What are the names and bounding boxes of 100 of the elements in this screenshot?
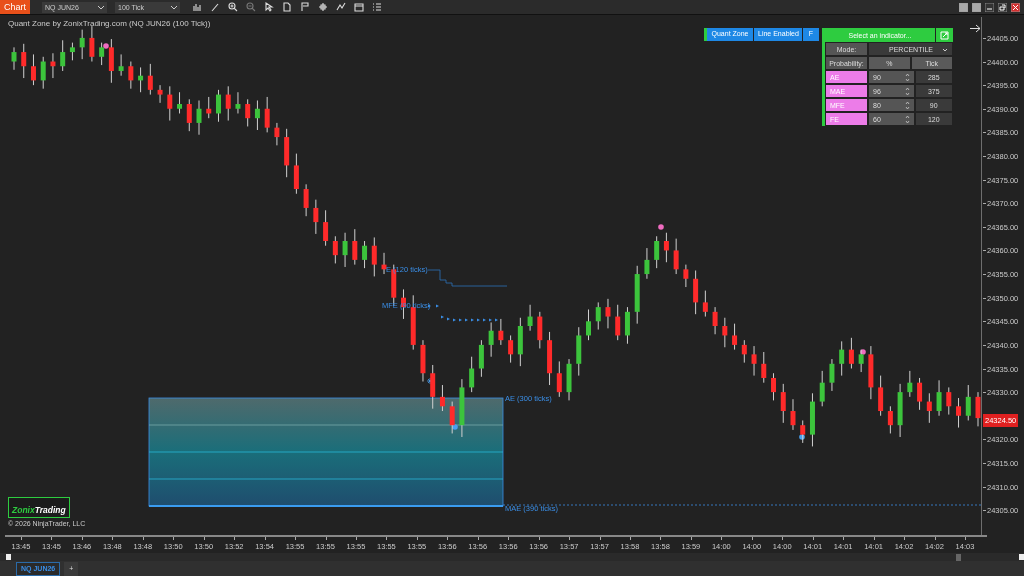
candle bbox=[430, 364, 436, 410]
tile-icon[interactable] bbox=[959, 2, 968, 12]
candle bbox=[566, 358, 572, 401]
candle bbox=[887, 405, 893, 434]
candle bbox=[907, 370, 913, 398]
pencil-icon[interactable] bbox=[210, 2, 220, 12]
scroll-thumb[interactable] bbox=[956, 553, 961, 561]
candle bbox=[186, 98, 192, 132]
candle bbox=[936, 379, 942, 417]
candle bbox=[196, 100, 202, 136]
candle bbox=[323, 209, 329, 247]
candle bbox=[654, 235, 660, 269]
line-icon[interactable] bbox=[336, 2, 346, 12]
candle bbox=[362, 240, 368, 269]
flag-icon[interactable] bbox=[300, 2, 310, 12]
restore-icon[interactable] bbox=[998, 2, 1007, 12]
candle bbox=[99, 42, 105, 66]
candle bbox=[829, 358, 835, 392]
signal-dot bbox=[103, 43, 109, 49]
spinner-arrows-icon bbox=[904, 101, 910, 110]
candle bbox=[644, 247, 650, 280]
candle bbox=[712, 306, 718, 335]
list-icon[interactable] bbox=[372, 2, 382, 12]
candle bbox=[761, 351, 767, 384]
arrow-right-icon[interactable] bbox=[970, 24, 981, 33]
document-icon[interactable] bbox=[282, 2, 292, 12]
candle bbox=[60, 39, 66, 72]
candle bbox=[352, 228, 358, 266]
candle bbox=[371, 236, 377, 277]
zoom-in-icon[interactable] bbox=[228, 2, 238, 12]
candle bbox=[245, 98, 251, 127]
candle bbox=[69, 42, 75, 61]
candle bbox=[293, 153, 299, 195]
candle bbox=[956, 397, 962, 429]
candle bbox=[108, 38, 114, 84]
zoom-out-icon[interactable] bbox=[246, 2, 256, 12]
candle bbox=[508, 334, 514, 364]
candle bbox=[21, 43, 27, 79]
candle bbox=[634, 265, 640, 325]
candle bbox=[284, 128, 290, 178]
candle bbox=[624, 306, 630, 345]
candle bbox=[547, 331, 553, 386]
candle bbox=[780, 383, 786, 424]
external-link-icon bbox=[940, 30, 949, 40]
close-icon[interactable] bbox=[1011, 2, 1020, 12]
candle bbox=[303, 183, 309, 217]
candle bbox=[342, 232, 348, 268]
signal-dot bbox=[658, 224, 664, 230]
chart-title: Quant Zone by ZonixTrading.com (NQ JUN26 (100 Tick)) bbox=[8, 18, 211, 30]
calendar-icon[interactable] bbox=[354, 2, 364, 12]
candle bbox=[741, 339, 747, 364]
chart-button[interactable]: Chart bbox=[0, 0, 30, 14]
candle bbox=[206, 96, 212, 119]
spinner-arrows-icon bbox=[904, 115, 910, 124]
candle bbox=[50, 52, 56, 79]
candle bbox=[975, 391, 981, 427]
candle bbox=[118, 53, 124, 77]
candle bbox=[878, 375, 884, 417]
cursor-icon[interactable] bbox=[264, 2, 274, 12]
candle bbox=[615, 304, 621, 341]
candle bbox=[868, 345, 874, 400]
caret-icon bbox=[170, 4, 178, 11]
candle bbox=[819, 370, 825, 407]
candle bbox=[663, 232, 669, 263]
candle bbox=[673, 238, 679, 275]
candle bbox=[11, 46, 17, 71]
candle bbox=[30, 53, 36, 86]
candle bbox=[216, 89, 221, 123]
candle bbox=[381, 252, 387, 275]
candle bbox=[264, 96, 270, 133]
tile-icon[interactable] bbox=[972, 2, 981, 12]
candle bbox=[848, 337, 854, 369]
candle bbox=[897, 383, 903, 438]
candle bbox=[147, 63, 153, 96]
candle bbox=[157, 84, 163, 104]
candle bbox=[449, 401, 455, 434]
candle bbox=[40, 56, 46, 90]
candle bbox=[917, 377, 923, 411]
signal-dot bbox=[860, 349, 866, 355]
mfe-arrow-markers bbox=[428, 304, 498, 322]
candle bbox=[274, 122, 280, 146]
candle bbox=[498, 318, 504, 346]
candle bbox=[459, 378, 465, 438]
candle bbox=[839, 340, 845, 377]
minimize-icon[interactable] bbox=[985, 2, 994, 12]
candle bbox=[790, 398, 796, 431]
candle bbox=[556, 360, 562, 398]
candle bbox=[800, 419, 806, 444]
candle bbox=[313, 199, 319, 235]
candle bbox=[946, 386, 952, 416]
external-link-button[interactable] bbox=[935, 28, 953, 42]
bar-chart-icon[interactable] bbox=[192, 2, 202, 12]
candle bbox=[693, 270, 699, 315]
candle bbox=[702, 290, 708, 318]
candle bbox=[732, 323, 738, 351]
caret-icon bbox=[97, 4, 105, 11]
candle bbox=[79, 29, 85, 60]
candle bbox=[683, 264, 689, 288]
candle bbox=[439, 384, 445, 412]
candle bbox=[858, 349, 864, 373]
